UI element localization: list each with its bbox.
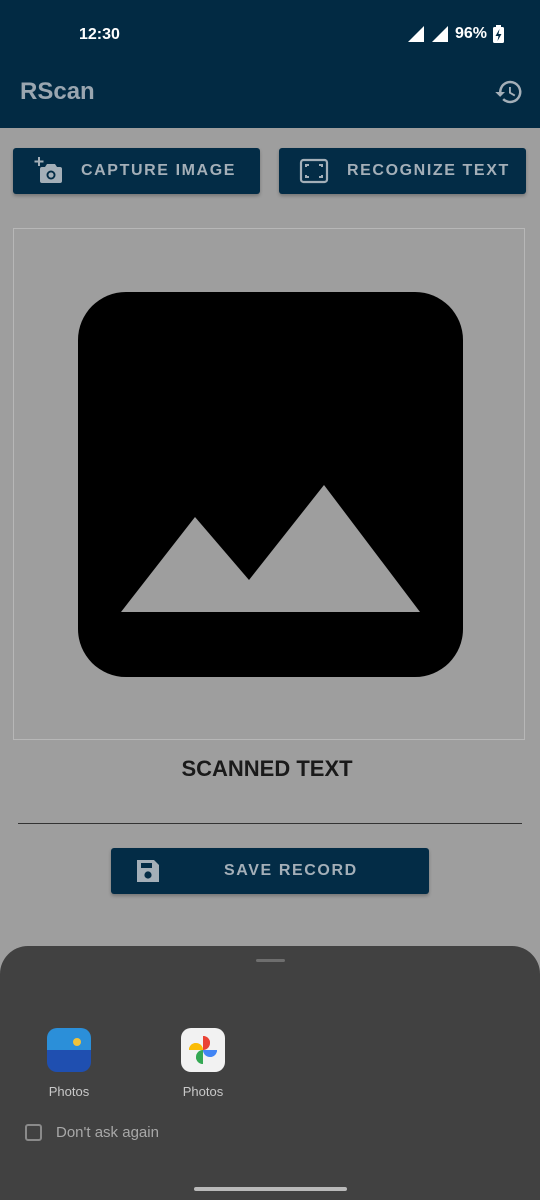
battery-percent: 96%: [454, 25, 487, 42]
chooser-app-label: Photos: [48, 1084, 90, 1099]
image-preview: [13, 228, 525, 740]
recognize-text-button[interactable]: RECOGNIZE TEXT: [279, 148, 526, 194]
dont-ask-again-row[interactable]: Don't ask again: [25, 1124, 159, 1141]
image-placeholder-icon: [78, 292, 463, 677]
save-icon: [137, 860, 159, 882]
google-photos-icon: [181, 1028, 225, 1072]
chooser-app-google-photos[interactable]: Photos: [158, 1028, 248, 1108]
status-icons: 96%: [407, 25, 504, 43]
save-record-label: SAVE RECORD: [224, 862, 358, 879]
save-record-button[interactable]: SAVE RECORD: [111, 848, 429, 894]
add-camera-icon: [34, 157, 62, 183]
dont-ask-again-checkbox[interactable]: [25, 1124, 42, 1141]
scan-frame-icon: [299, 158, 329, 184]
battery-charging-icon: [493, 25, 504, 43]
signal-icon: [407, 26, 424, 42]
app-chooser-sheet: Photos Photos Don't ask again: [0, 946, 540, 1200]
chooser-app-photos-gallery[interactable]: Photos: [24, 1028, 114, 1108]
status-time: 12:30: [79, 26, 120, 43]
gallery-photos-icon: [47, 1028, 91, 1072]
signal-icon: [431, 26, 448, 42]
history-icon[interactable]: [494, 77, 524, 107]
status-bar: 12:30 96%: [0, 0, 540, 66]
dont-ask-again-label: Don't ask again: [56, 1124, 159, 1141]
app-title: RScan: [20, 78, 95, 105]
sheet-drag-handle[interactable]: [256, 959, 285, 962]
app-bar: RScan: [0, 66, 540, 128]
chooser-app-label: Photos: [182, 1084, 224, 1099]
recognize-text-label: RECOGNIZE TEXT: [347, 162, 510, 179]
scanned-text-title: SCANNED TEXT: [181, 756, 353, 781]
gesture-nav-bar[interactable]: [194, 1187, 347, 1191]
scanned-text-field[interactable]: [18, 823, 522, 824]
capture-image-button[interactable]: CAPTURE IMAGE: [13, 148, 260, 194]
capture-image-label: CAPTURE IMAGE: [81, 162, 237, 179]
